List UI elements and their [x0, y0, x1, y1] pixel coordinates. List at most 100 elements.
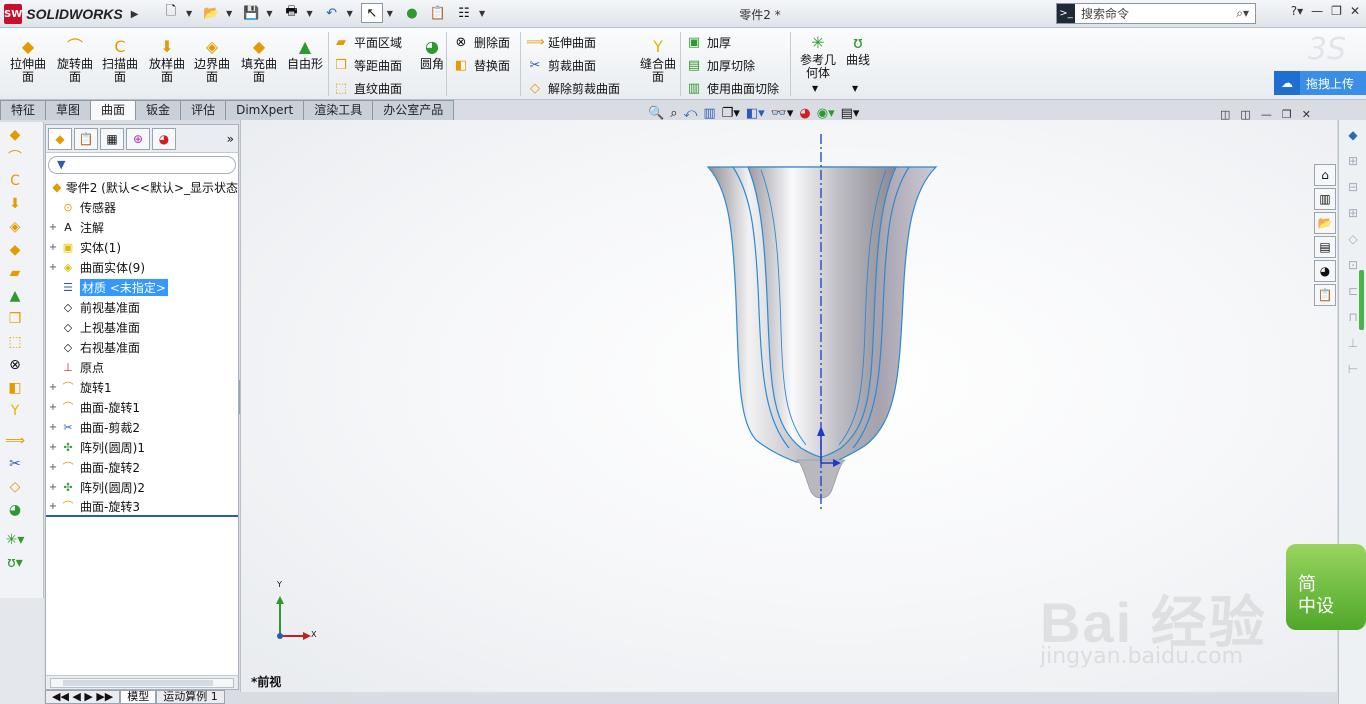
tree-item-origin[interactable]: ⊥ 原点	[46, 357, 238, 377]
help-icon[interactable]: ?▾	[1291, 4, 1303, 18]
tree-item-solid-bodies[interactable]: + ▣ 实体(1)	[46, 237, 238, 257]
revolve-surface-button[interactable]: ⌒ 旋转曲面	[53, 38, 97, 84]
close-icon[interactable]: ✕	[1350, 4, 1360, 18]
replace-face-button[interactable]: ◧ 替换面	[452, 55, 510, 75]
expand-toggle[interactable]: +	[46, 442, 60, 453]
tree-root-part[interactable]: ◆ 零件2 (默认<<默认>_显示状态	[46, 177, 238, 197]
revolve-surface-icon[interactable]: ⌒	[2, 148, 28, 168]
tree-item-circular-pattern1[interactable]: + ✣ 阵列(圆周)1	[46, 437, 238, 457]
save-dropdown-icon[interactable]: ▼	[266, 9, 272, 18]
options-dropdown-icon[interactable]: ▼	[479, 9, 485, 18]
tree-item-circular-pattern2[interactable]: + ✣ 阵列(圆周)2	[46, 477, 238, 497]
minimize-icon[interactable]: —	[1311, 4, 1323, 18]
solidworks-resources-icon[interactable]: ⌂	[1314, 164, 1336, 186]
extend-surface-icon[interactable]: ⟹	[2, 431, 28, 451]
restore-icon[interactable]: ❐	[1331, 4, 1342, 18]
undo-dropdown-icon[interactable]: ▼	[347, 9, 353, 18]
extrude-surface-icon[interactable]: ◆	[2, 125, 28, 145]
pane-icon-3[interactable]: ⊟	[1342, 176, 1364, 198]
curves-dropdown-icon[interactable]: ▼	[852, 84, 858, 93]
expand-toggle[interactable]: +	[46, 501, 60, 512]
nav-arrows-icon[interactable]: ◀◀ ◀ ▶ ▶▶	[45, 690, 121, 704]
new-dropdown-icon[interactable]: ▼	[186, 9, 192, 18]
edit-appearance-icon[interactable]: ◕	[799, 106, 810, 121]
tab-office-products[interactable]: 办公室产品	[372, 100, 455, 120]
tree-item-top-plane[interactable]: ◇ 上视基准面	[46, 317, 238, 337]
expand-toggle[interactable]: +	[46, 262, 60, 273]
viewport-minimize-icon[interactable]: —	[1261, 108, 1272, 121]
fill-surface-button[interactable]: ◆ 填充曲面	[237, 38, 281, 84]
tree-item-surface-trim2[interactable]: + ✂ 曲面-剪裁2	[46, 417, 238, 437]
trim-surface-button[interactable]: ✂ 剪裁曲面	[526, 55, 596, 75]
replace-face-icon[interactable]: ◧	[2, 378, 28, 398]
view-settings-icon[interactable]: ▤▾	[841, 106, 860, 121]
zoom-to-area-icon[interactable]: ⌕	[670, 106, 677, 121]
sweep-surface-icon[interactable]: C	[2, 171, 28, 191]
tab-evaluate[interactable]: 评估	[180, 100, 227, 120]
fillet-button[interactable]: ◕ 圆角	[410, 38, 454, 71]
tree-item-surface-revolve2[interactable]: + ⌒ 曲面-旋转2	[46, 457, 238, 477]
rebuild-traffic-light-icon[interactable]: ●	[401, 3, 423, 23]
trim-surface-icon[interactable]: ✂	[2, 454, 28, 474]
thickened-cut-button[interactable]: ▤ 加厚切除	[685, 55, 755, 75]
tab-dimxpert[interactable]: DimXpert	[225, 100, 305, 120]
drag-upload-button[interactable]: ☁ 拖拽上传	[1274, 71, 1366, 95]
sweep-surface-button[interactable]: C 扫描曲面	[98, 38, 142, 84]
ruled-surface-icon[interactable]: ⬚	[2, 332, 28, 352]
freeform-button[interactable]: ▲ 自由形	[283, 38, 327, 71]
boundary-surface-icon[interactable]: ◈	[2, 217, 28, 237]
thicken-button[interactable]: ▣ 加厚	[685, 32, 731, 52]
appearances-icon[interactable]: ◕	[1314, 260, 1336, 282]
viewport-restore-icon[interactable]: ❐	[1282, 108, 1292, 121]
reference-geometry-icon[interactable]: ✳▾	[2, 530, 28, 550]
planar-surface-button[interactable]: ▰ 平面区域	[332, 32, 402, 52]
open-folder-icon[interactable]: 📂	[200, 3, 222, 23]
curves-button[interactable]: ʊ 曲线	[836, 34, 880, 67]
expand-tabs-icon[interactable]: »	[227, 132, 234, 146]
pane-icon-5[interactable]: ◇	[1342, 228, 1364, 250]
tree-item-surface-bodies[interactable]: + ◈ 曲面实体(9)	[46, 257, 238, 277]
display-style-icon[interactable]: ◧▾	[746, 106, 765, 121]
extend-surface-button[interactable]: ⟹ 延伸曲面	[526, 32, 596, 52]
boundary-surface-button[interactable]: ◈ 边界曲面	[190, 38, 234, 84]
tab-features[interactable]: 特征	[0, 100, 47, 120]
zoom-to-fit-icon[interactable]: 🔍	[648, 106, 664, 121]
pane-icon-4[interactable]: ⊞	[1342, 202, 1364, 224]
knit-surface-button[interactable]: Y 缝合曲面	[636, 38, 680, 84]
expand-toggle[interactable]: +	[46, 242, 60, 253]
print-icon[interactable]: 🖶	[280, 3, 302, 23]
ruled-surface-button[interactable]: ⬚ 直纹曲面	[332, 78, 402, 98]
section-view-icon[interactable]: ▥	[703, 106, 715, 121]
expand-toggle[interactable]: +	[46, 482, 60, 493]
reference-geometry-dropdown-icon[interactable]: ▼	[812, 84, 818, 93]
viewport-close-icon[interactable]: ✕	[1302, 108, 1311, 121]
offset-surface-icon[interactable]: ❒	[2, 309, 28, 329]
configuration-manager-tab-icon[interactable]: ▦	[100, 127, 124, 150]
tab-motion-study[interactable]: 运动算例 1	[156, 690, 225, 704]
file-properties-icon[interactable]: 📋	[427, 3, 449, 23]
pane-scrollbar[interactable]	[1359, 270, 1364, 330]
options-icon[interactable]: ☷	[453, 3, 475, 23]
tree-item-revolve1[interactable]: + ⌒ 旋转1	[46, 377, 238, 397]
save-icon[interactable]: 💾	[240, 3, 262, 23]
tree-item-surface-revolve3[interactable]: + ⌒ 曲面-旋转3	[46, 497, 238, 517]
untrim-surface-icon[interactable]: ◇	[2, 477, 28, 497]
scrollbar-thumb[interactable]	[63, 680, 213, 686]
property-manager-tab-icon[interactable]: 📋	[74, 127, 98, 150]
tree-item-annotations[interactable]: + A 注解	[46, 217, 238, 237]
design-library-side-icon[interactable]: ◆	[1342, 124, 1364, 146]
reference-geometry-button[interactable]: ✳ 参考几何体	[796, 34, 840, 80]
tab-surfaces[interactable]: 曲面	[90, 100, 137, 120]
tab-sketch[interactable]: 草图	[45, 100, 92, 120]
pane-icon-9[interactable]: ⊥	[1342, 332, 1364, 354]
expand-toggle[interactable]: +	[46, 402, 60, 413]
select-pointer-icon[interactable]: ↖	[360, 3, 383, 23]
feature-tree-tab-icon[interactable]: ◆	[48, 127, 72, 150]
viewport-pane-right-icon[interactable]: ◫	[1240, 108, 1250, 121]
open-dropdown-icon[interactable]: ▼	[226, 9, 232, 18]
fillet-icon[interactable]: ◕	[2, 500, 28, 520]
tree-item-sensors[interactable]: ⊙ 传感器	[46, 197, 238, 217]
extrude-surface-button[interactable]: ◆ 拉伸曲面	[6, 38, 50, 84]
apply-scene-icon[interactable]: ◉▾	[817, 106, 835, 121]
previous-view-icon[interactable]: ⤺	[683, 106, 697, 121]
